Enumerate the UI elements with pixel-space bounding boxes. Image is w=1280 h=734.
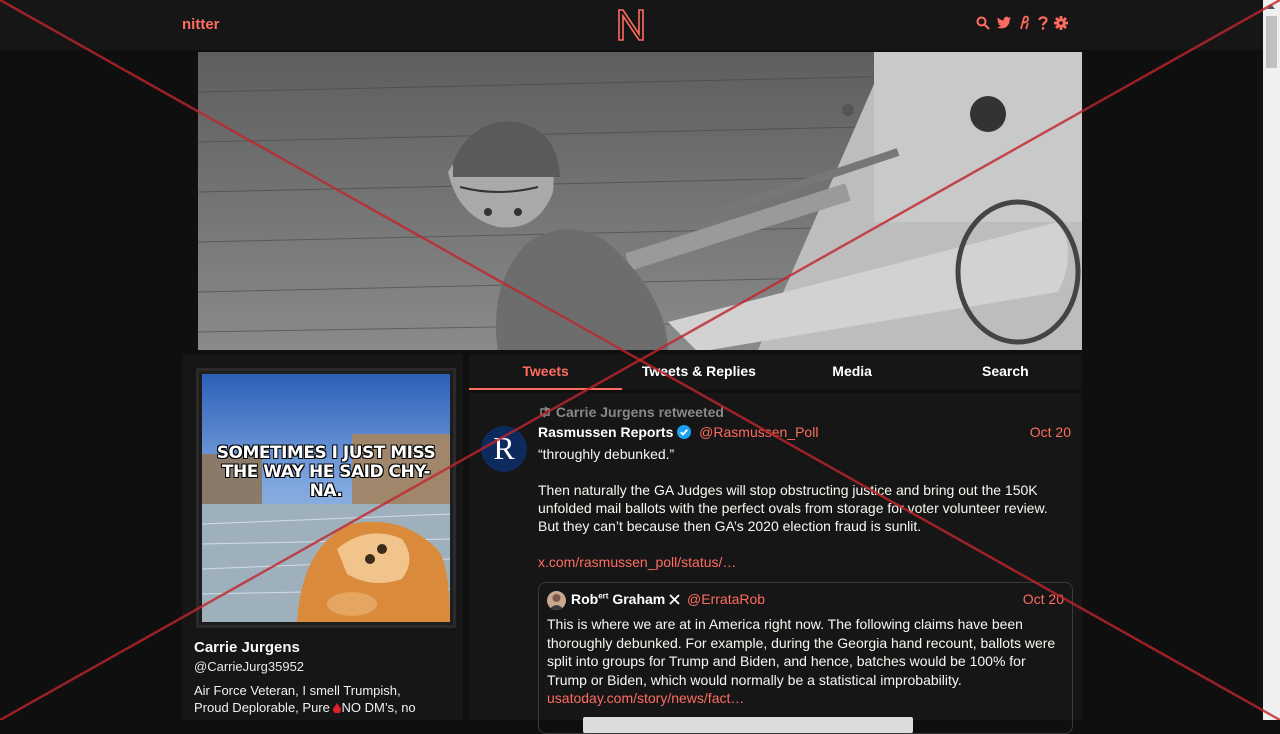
timeline: Carrie Jurgens retweeted R Rasmussen Rep… (469, 393, 1082, 734)
retweet-icon (538, 405, 552, 418)
profile-tabs: Tweets Tweets & Replies Media Search (469, 354, 1082, 390)
quote-header: Robert Graham @ErrataRob (571, 591, 765, 607)
scrollbar[interactable] (1263, 0, 1280, 720)
nitter-logo[interactable] (616, 8, 646, 42)
tweet-author-handle[interactable]: @Rasmussen_Poll (699, 424, 818, 440)
brand-link[interactable]: nitter (182, 16, 220, 33)
tab-tweets[interactable]: Tweets (469, 354, 623, 390)
help-icon[interactable] (1038, 15, 1048, 31)
profile-card: SOMETIMES I JUST MISS THE WAY HE SAID CH… (182, 354, 463, 720)
tweet-text-2: Then naturally the GA Judges will stop o… (538, 482, 1048, 534)
tab-tweets-replies[interactable]: Tweets & Replies (622, 354, 775, 390)
profile-avatar-frame: SOMETIMES I JUST MISS THE WAY HE SAID CH… (196, 368, 456, 628)
tweet-header: Rasmussen Reports @Rasmussen_Poll (538, 424, 818, 440)
tweet-body: “throughly debunked.” Then naturally the… (538, 445, 1063, 589)
settings-icon[interactable] (1054, 15, 1068, 31)
tweet-text-1: “throughly debunked.” (538, 446, 675, 462)
quote-link[interactable]: usatoday.com/story/news/fact… (547, 690, 744, 706)
twitter-icon[interactable] (996, 15, 1012, 31)
nav-icons (976, 15, 1068, 31)
quote-date[interactable]: Oct 20 (1023, 591, 1064, 607)
profile-handle[interactable]: @CarrieJurg35952 (194, 659, 304, 674)
retweet-label: Carrie Jurgens retweeted (555, 404, 724, 420)
quote-media-preview[interactable] (583, 717, 913, 733)
navbar: nitter (0, 0, 1263, 50)
tweet-date[interactable]: Oct 20 (1030, 424, 1071, 440)
tweet-link[interactable]: x.com/rasmussen_poll/status/… (538, 554, 736, 570)
scroll-up-arrow[interactable] (1267, 4, 1275, 9)
quoted-tweet[interactable]: Robert Graham @ErrataRob Oct 20 This is … (538, 582, 1073, 734)
scroll-thumb[interactable] (1266, 16, 1277, 68)
quote-body: This is where we are at in America right… (547, 615, 1067, 708)
tab-media[interactable]: Media (776, 354, 929, 390)
bio-line-2b: NO DM’s, no (341, 700, 416, 715)
quote-author-handle[interactable]: @ErrataRob (687, 591, 765, 607)
profile-bio: Air Force Veteran, I smell Trumpish, Pro… (194, 682, 449, 716)
quote-text: This is where we are at in America right… (547, 616, 1056, 688)
banner-image (198, 52, 1082, 350)
x-logo-icon (669, 592, 680, 605)
tweet-avatar[interactable]: R (481, 426, 527, 472)
quote-avatar[interactable] (547, 591, 566, 610)
tweet-author-name[interactable]: Rasmussen Reports (538, 424, 673, 440)
tab-search[interactable]: Search (929, 354, 1082, 390)
retweet-header: Carrie Jurgens retweeted (538, 404, 724, 420)
avatar[interactable]: SOMETIMES I JUST MISS THE WAY HE SAID CH… (202, 374, 450, 622)
verified-icon (677, 425, 692, 439)
avatar-caption: SOMETIMES I JUST MISS THE WAY HE SAID CH… (216, 443, 436, 501)
bio-line-2a: Proud Deplorable, Pure (194, 700, 330, 715)
svg-text:R: R (493, 430, 515, 466)
profile-name[interactable]: Carrie Jurgens (194, 639, 300, 656)
rss-icon[interactable] (1018, 15, 1032, 31)
profile-banner (198, 52, 1082, 350)
search-icon[interactable] (976, 15, 990, 31)
quote-author-name[interactable]: Robert Graham (571, 591, 665, 607)
bio-line-1: Air Force Veteran, I smell Trumpish, (194, 683, 401, 698)
